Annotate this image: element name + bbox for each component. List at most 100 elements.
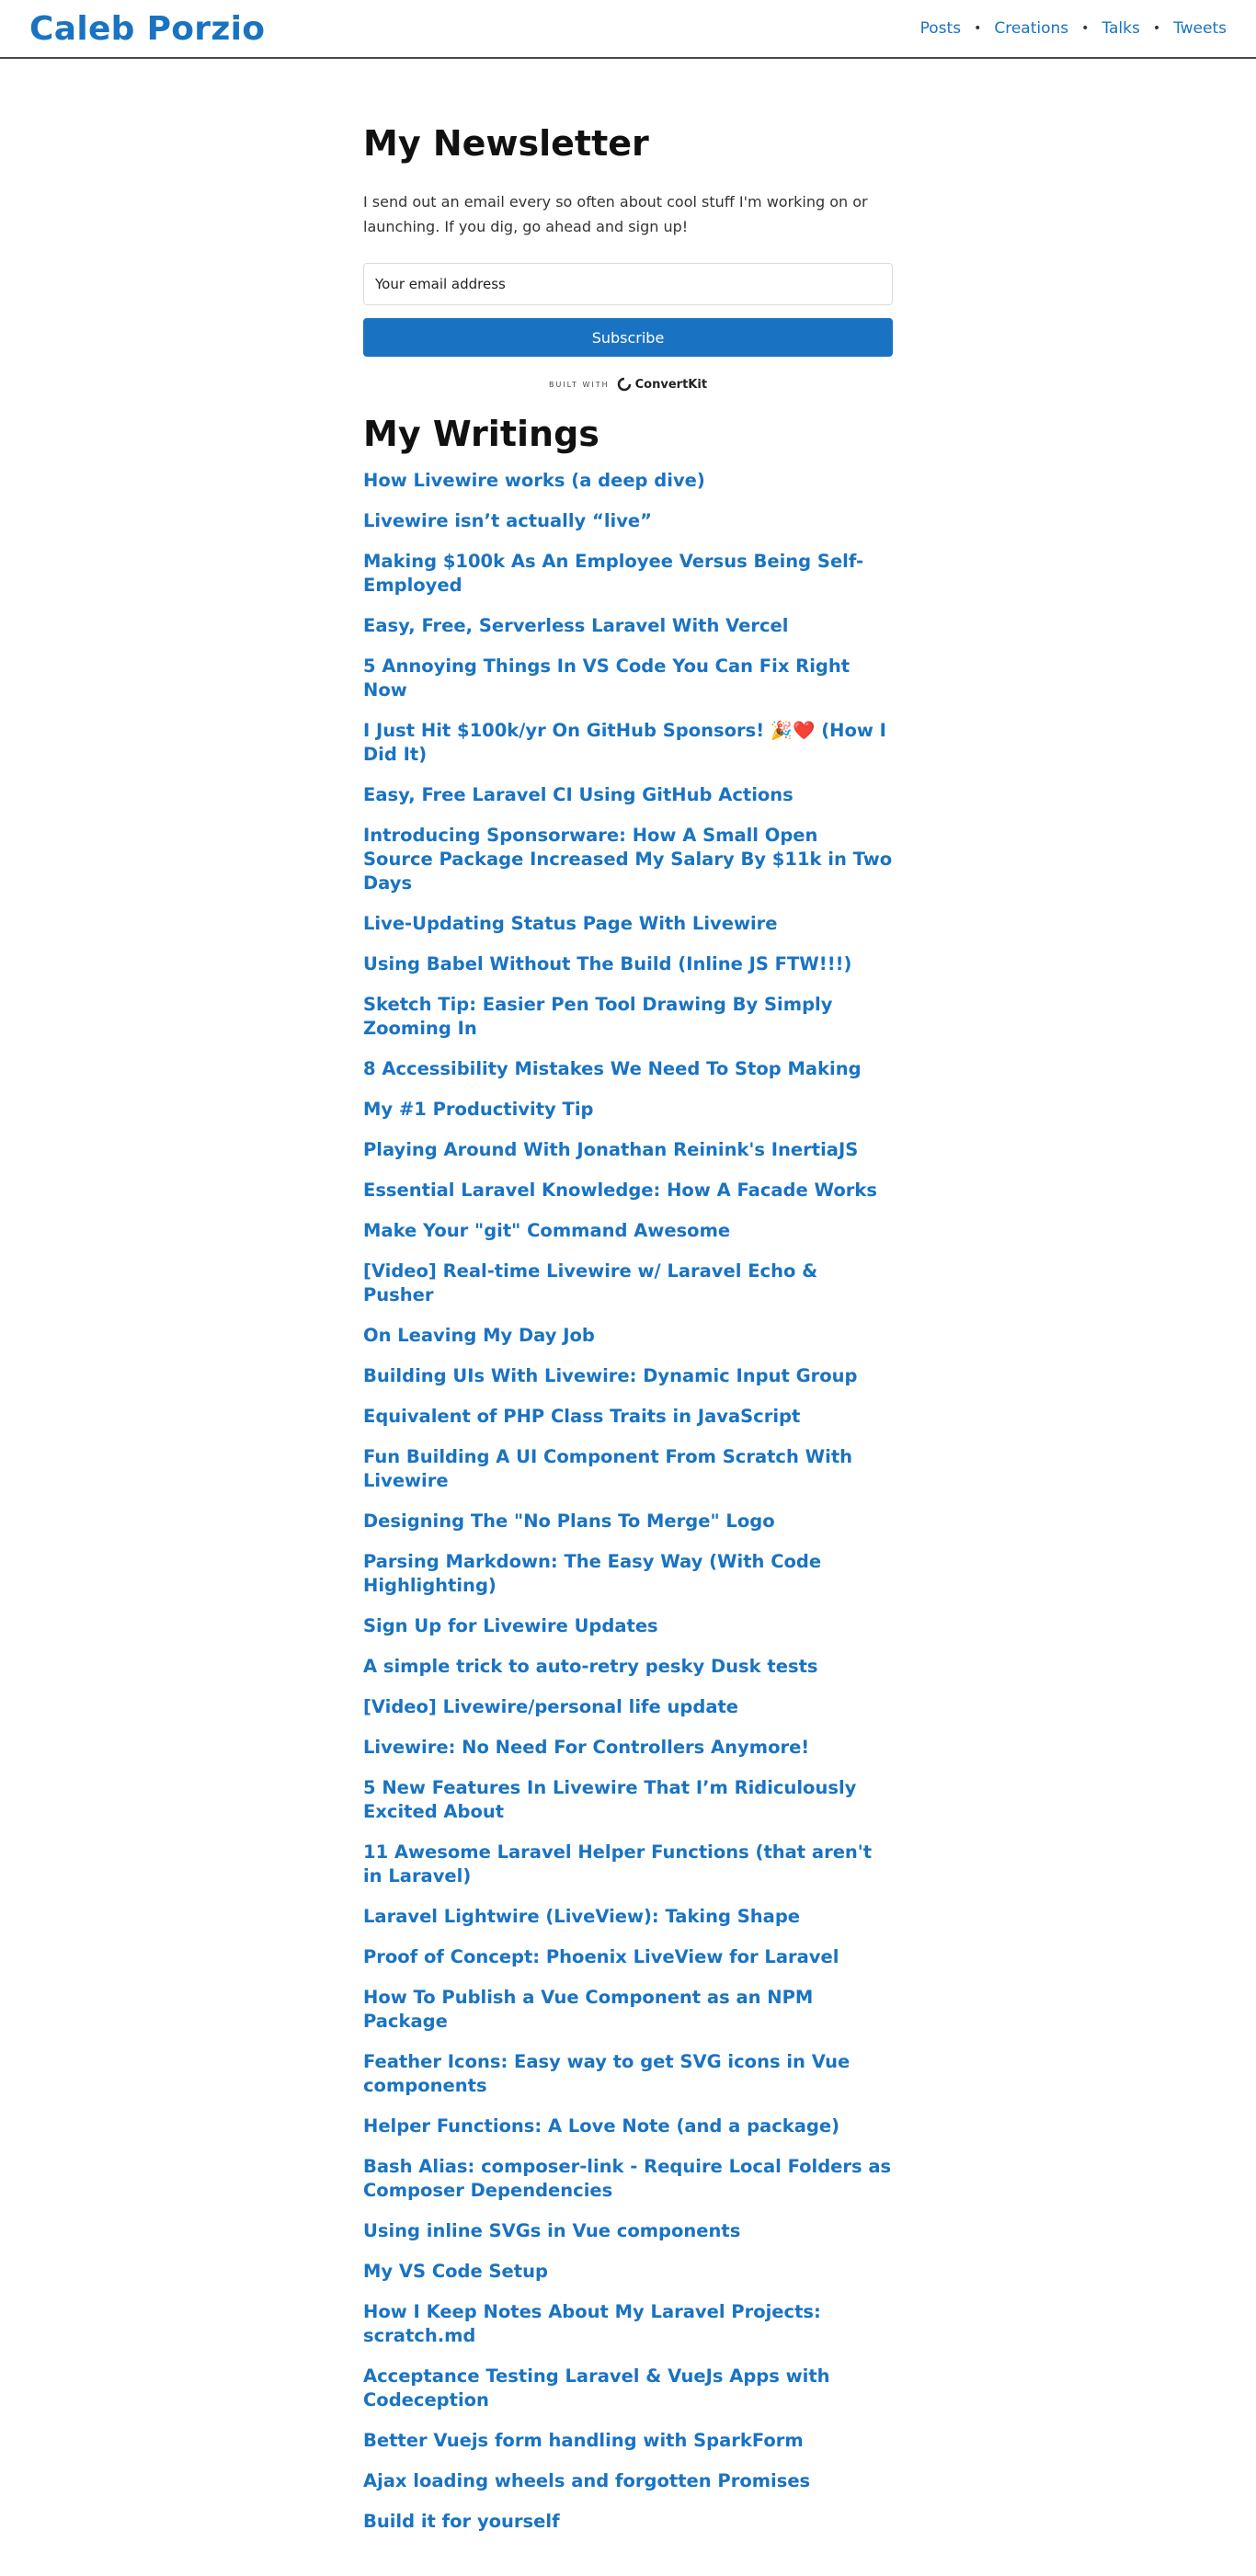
post-list-item: Better Vuejs form handling with SparkFor…	[363, 2429, 893, 2453]
nav-tweets-link[interactable]: Tweets	[1173, 19, 1227, 38]
post-list-item: Parsing Markdown: The Easy Way (With Cod…	[363, 1550, 893, 1598]
post-list-item: I Just Hit $100k/yr On GitHub Sponsors! …	[363, 719, 893, 767]
site-header: Caleb Porzio Posts • Creations • Talks •…	[0, 0, 1256, 59]
post-link[interactable]: Sign Up for Livewire Updates	[363, 1615, 658, 1636]
post-link[interactable]: Feather Icons: Easy way to get SVG icons…	[363, 2051, 850, 2096]
post-link[interactable]: Essential Laravel Knowledge: How A Facad…	[363, 1180, 877, 1201]
post-link[interactable]: Livewire isn’t actually “live”	[363, 510, 652, 531]
post-link[interactable]: Introducing Sponsorware: How A Small Ope…	[363, 825, 892, 894]
post-list-item: Easy, Free Laravel CI Using GitHub Actio…	[363, 783, 893, 807]
post-link[interactable]: 5 Annoying Things In VS Code You Can Fix…	[363, 655, 850, 701]
post-link[interactable]: 8 Accessibility Mistakes We Need To Stop…	[363, 1058, 862, 1079]
post-list-item: Laravel Lightwire (LiveView): Taking Sha…	[363, 1905, 893, 1929]
post-link[interactable]: Make Your "git" Command Awesome	[363, 1220, 730, 1241]
post-link[interactable]: Proof of Concept: Phoenix LiveView for L…	[363, 1946, 839, 1967]
newsletter-title: My Newsletter	[363, 123, 649, 164]
post-link[interactable]: Using inline SVGs in Vue components	[363, 2220, 740, 2241]
post-list-item: A simple trick to auto-retry pesky Dusk …	[363, 1655, 893, 1679]
post-list-item: 8 Accessibility Mistakes We Need To Stop…	[363, 1057, 893, 1081]
post-list-item: 11 Awesome Laravel Helper Functions (tha…	[363, 1841, 893, 1888]
post-link[interactable]: [Video] Real-time Livewire w/ Laravel Ec…	[363, 1260, 817, 1305]
convertkit-icon	[617, 377, 631, 392]
post-link[interactable]: Using Babel Without The Build (Inline JS…	[363, 953, 851, 975]
newsletter-intro: I send out an email every so often about…	[363, 193, 868, 235]
post-link[interactable]: Parsing Markdown: The Easy Way (With Cod…	[363, 1551, 821, 1596]
nav-separator: •	[1081, 21, 1090, 36]
post-link[interactable]: Building UIs With Livewire: Dynamic Inpu…	[363, 1365, 857, 1386]
post-list-item: Livewire: No Need For Controllers Anymor…	[363, 1736, 893, 1760]
convertkit-logo: ConvertKit	[617, 377, 707, 392]
nav-talks-link[interactable]: Talks	[1102, 19, 1139, 38]
post-list-item: Livewire isn’t actually “live”	[363, 509, 893, 533]
post-link[interactable]: Acceptance Testing Laravel & VueJs Apps …	[363, 2365, 830, 2411]
post-link[interactable]: Playing Around With Jonathan Reinink's I…	[363, 1139, 858, 1160]
post-link[interactable]: [Video] Livewire/personal life update	[363, 1696, 738, 1717]
post-list-item: Sign Up for Livewire Updates	[363, 1614, 893, 1638]
main-nav: Posts • Creations • Talks • Tweets	[920, 19, 1227, 38]
nav-separator: •	[1152, 21, 1161, 36]
post-link[interactable]: Laravel Lightwire (LiveView): Taking Sha…	[363, 1906, 800, 1927]
nav-posts-link[interactable]: Posts	[920, 19, 961, 38]
post-link[interactable]: Better Vuejs form handling with SparkFor…	[363, 2430, 804, 2451]
post-list-item: On Leaving My Day Job	[363, 1324, 893, 1348]
post-link[interactable]: Build it for yourself	[363, 2511, 560, 2532]
post-link[interactable]: Sketch Tip: Easier Pen Tool Drawing By S…	[363, 994, 832, 1039]
post-list-item: Acceptance Testing Laravel & VueJs Apps …	[363, 2365, 893, 2412]
post-list-item: Make Your "git" Command Awesome	[363, 1219, 893, 1243]
post-list-item: [Video] Real-time Livewire w/ Laravel Ec…	[363, 1260, 893, 1307]
post-list-item: [Video] Livewire/personal life update	[363, 1695, 893, 1719]
subscribe-button[interactable]: Subscribe	[363, 318, 893, 357]
nav-separator: •	[974, 21, 982, 36]
post-list-item: Proof of Concept: Phoenix LiveView for L…	[363, 1945, 893, 1969]
post-list-item: Ajax loading wheels and forgotten Promis…	[363, 2469, 893, 2493]
post-list-item: Using Babel Without The Build (Inline JS…	[363, 952, 893, 976]
post-list-item: How Livewire works (a deep dive)	[363, 469, 893, 493]
post-list-item: 5 Annoying Things In VS Code You Can Fix…	[363, 655, 893, 702]
post-list-item: Designing The "No Plans To Merge" Logo	[363, 1510, 893, 1533]
post-list-item: How To Publish a Vue Component as an NPM…	[363, 1986, 893, 2034]
post-link[interactable]: Helper Functions: A Love Note (and a pac…	[363, 2115, 839, 2137]
post-list-item: Feather Icons: Easy way to get SVG icons…	[363, 2050, 893, 2098]
post-link[interactable]: 5 New Features In Livewire That I’m Ridi…	[363, 1777, 856, 1822]
post-link[interactable]: Fun Building A UI Component From Scratch…	[363, 1446, 852, 1491]
post-list-item: Playing Around With Jonathan Reinink's I…	[363, 1138, 893, 1162]
post-list-item: Bash Alias: composer-link - Require Loca…	[363, 2155, 893, 2203]
post-link[interactable]: Live-Updating Status Page With Livewire	[363, 913, 777, 934]
post-list-item: Easy, Free, Serverless Laravel With Verc…	[363, 614, 893, 638]
post-list-item: Introducing Sponsorware: How A Small Ope…	[363, 824, 893, 895]
post-link[interactable]: How I Keep Notes About My Laravel Projec…	[363, 2301, 821, 2346]
post-link[interactable]: How Livewire works (a deep dive)	[363, 470, 705, 491]
post-link[interactable]: How To Publish a Vue Component as an NPM…	[363, 1987, 813, 2032]
post-link[interactable]: A simple trick to auto-retry pesky Dusk …	[363, 1656, 818, 1677]
post-list-item: My #1 Productivity Tip	[363, 1098, 893, 1122]
post-link[interactable]: Easy, Free, Serverless Laravel With Verc…	[363, 615, 788, 636]
nav-creations-link[interactable]: Creations	[994, 19, 1068, 38]
email-input[interactable]	[363, 263, 893, 305]
built-with-convertkit[interactable]: BUILT WITH ConvertKit	[363, 377, 893, 392]
writings-section: My Writings How Livewire works (a deep d…	[363, 414, 893, 2534]
post-link[interactable]: Ajax loading wheels and forgotten Promis…	[363, 2470, 810, 2491]
post-link[interactable]: Livewire: No Need For Controllers Anymor…	[363, 1737, 809, 1758]
post-link[interactable]: I Just Hit $100k/yr On GitHub Sponsors! …	[363, 720, 886, 765]
post-link[interactable]: Easy, Free Laravel CI Using GitHub Actio…	[363, 784, 794, 805]
post-link[interactable]: My VS Code Setup	[363, 2261, 548, 2282]
post-list-item: My VS Code Setup	[363, 2260, 893, 2284]
post-link[interactable]: Designing The "No Plans To Merge" Logo	[363, 1510, 775, 1532]
post-link[interactable]: On Leaving My Day Job	[363, 1325, 595, 1346]
post-link[interactable]: Equivalent of PHP Class Traits in JavaSc…	[363, 1406, 800, 1427]
post-list-item: Sketch Tip: Easier Pen Tool Drawing By S…	[363, 993, 893, 1041]
post-list-item: Making $100k As An Employee Versus Being…	[363, 550, 893, 598]
post-link[interactable]: My #1 Productivity Tip	[363, 1099, 593, 1120]
post-list-item: How I Keep Notes About My Laravel Projec…	[363, 2300, 893, 2348]
writings-title: My Writings	[363, 414, 599, 454]
post-link[interactable]: Making $100k As An Employee Versus Being…	[363, 551, 863, 596]
post-link[interactable]: Bash Alias: composer-link - Require Loca…	[363, 2156, 891, 2201]
post-link[interactable]: 11 Awesome Laravel Helper Functions (tha…	[363, 1841, 872, 1886]
post-list-item: Equivalent of PHP Class Traits in JavaSc…	[363, 1405, 893, 1429]
site-logo-link[interactable]: Caleb Porzio	[29, 10, 265, 48]
post-list-item: Helper Functions: A Love Note (and a pac…	[363, 2114, 893, 2138]
post-list-item: Building UIs With Livewire: Dynamic Inpu…	[363, 1364, 893, 1388]
post-list-item: Fun Building A UI Component From Scratch…	[363, 1445, 893, 1493]
built-with-label: BUILT WITH	[548, 380, 610, 389]
posts-list: How Livewire works (a deep dive) Livewire…	[363, 469, 893, 2534]
